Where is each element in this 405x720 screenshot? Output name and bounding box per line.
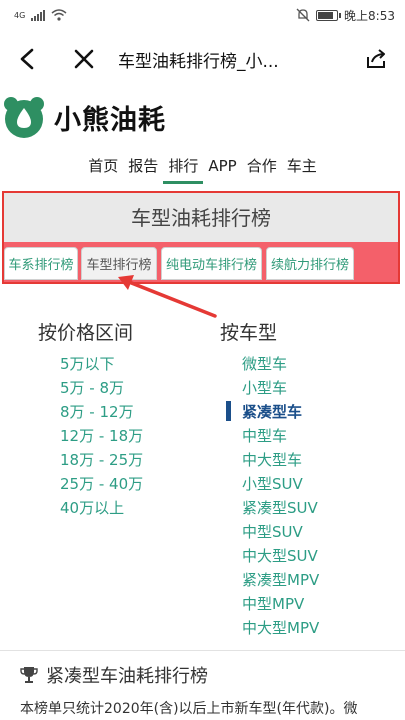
price-filter-list: 5万以下 5万 - 8万 8万 - 12万 12万 - 18万 18万 - 25… bbox=[60, 352, 143, 520]
nav-ranking[interactable]: 排行 bbox=[163, 156, 204, 184]
nav-cooperation[interactable]: 合作 bbox=[242, 156, 282, 184]
type-filter-item[interactable]: 小型SUV bbox=[242, 472, 319, 496]
back-icon bbox=[20, 48, 34, 70]
type-filter-item-current[interactable]: 紧凑型车 bbox=[242, 400, 319, 424]
status-left: 4G bbox=[14, 9, 67, 21]
type-filter-item[interactable]: 小型车 bbox=[242, 376, 319, 400]
status-right: 晚上8:53 bbox=[296, 7, 395, 24]
type-filter-item[interactable]: 中型MPV bbox=[242, 592, 319, 616]
battery-icon bbox=[316, 9, 342, 21]
type-filter-heading: 按车型 bbox=[220, 322, 278, 344]
current-type-marker bbox=[226, 401, 231, 421]
section-heading: 紧凑型车油耗排行榜 bbox=[20, 662, 208, 688]
price-filter-item[interactable]: 5万以下 bbox=[60, 352, 143, 376]
logo-text: 小熊油耗 bbox=[54, 104, 166, 136]
close-button[interactable] bbox=[56, 30, 112, 88]
nav-owner[interactable]: 车主 bbox=[282, 156, 322, 184]
back-button[interactable] bbox=[0, 30, 56, 88]
price-filter-item[interactable]: 12万 - 18万 bbox=[60, 424, 143, 448]
type-filter-item[interactable]: 紧凑型MPV bbox=[242, 568, 319, 592]
type-filter-list: 微型车 小型车 紧凑型车 中型车 中大型车 小型SUV 紧凑型SUV 中型SUV… bbox=[242, 352, 319, 640]
wifi-icon bbox=[51, 9, 67, 21]
type-filter-item[interactable]: 中大型SUV bbox=[242, 544, 319, 568]
close-icon bbox=[74, 49, 94, 69]
site-logo[interactable]: 小熊油耗 bbox=[0, 92, 405, 142]
price-filter-item[interactable]: 18万 - 25万 bbox=[60, 448, 143, 472]
trophy-icon bbox=[20, 667, 38, 683]
ranking-title: 车型油耗排行榜 bbox=[131, 206, 271, 230]
nav-home[interactable]: 首页 bbox=[83, 156, 123, 184]
nav-app[interactable]: APP bbox=[203, 156, 241, 184]
type-filter-item[interactable]: 微型车 bbox=[242, 352, 319, 376]
mute-icon bbox=[296, 8, 310, 22]
share-button[interactable] bbox=[349, 30, 405, 88]
section-title: 紧凑型车油耗排行榜 bbox=[46, 666, 208, 687]
tab-range-ranking[interactable]: 续航力排行榜 bbox=[266, 247, 354, 280]
type-filter-item[interactable]: 中大型MPV bbox=[242, 616, 319, 640]
annotation-arrow bbox=[118, 275, 217, 318]
bear-logo-icon bbox=[4, 97, 44, 138]
price-filter-item[interactable]: 40万以上 bbox=[60, 496, 143, 520]
type-filter-item[interactable]: 中型SUV bbox=[242, 520, 319, 544]
status-bar: 4G 晚上8:53 bbox=[0, 0, 405, 30]
share-icon bbox=[367, 49, 385, 68]
price-filter-item[interactable]: 8万 - 12万 bbox=[60, 400, 143, 424]
type-filter-item[interactable]: 紧凑型SUV bbox=[242, 496, 319, 520]
status-time: 晚上8:53 bbox=[344, 8, 395, 23]
section-divider bbox=[0, 650, 405, 651]
type-filter-item[interactable]: 中型车 bbox=[242, 424, 319, 448]
price-filter-item[interactable]: 5万 - 8万 bbox=[60, 376, 143, 400]
main-nav: 首页 报告 排行 APP 合作 车主 bbox=[0, 156, 405, 184]
ranking-panel: 车型油耗排行榜 车系排行榜 车型排行榜 纯电动车排行榜 续航力排行榜 bbox=[2, 191, 400, 284]
price-filter-item[interactable]: 25万 - 40万 bbox=[60, 472, 143, 496]
browser-nav-bar: 车型油耗排行榜_小... bbox=[0, 30, 405, 88]
page-title: 车型油耗排行榜_小... bbox=[118, 51, 279, 72]
tab-series-ranking[interactable]: 车系排行榜 bbox=[4, 247, 78, 280]
nav-report[interactable]: 报告 bbox=[123, 156, 163, 184]
signal-icon bbox=[31, 9, 46, 21]
section-description: 本榜单只统计2020年(含)以后上市新车型(年代款)。微 bbox=[20, 701, 358, 717]
price-filter-heading: 按价格区间 bbox=[38, 322, 134, 344]
type-filter-item[interactable]: 中大型车 bbox=[242, 448, 319, 472]
carrier-label: 4G bbox=[14, 10, 26, 20]
